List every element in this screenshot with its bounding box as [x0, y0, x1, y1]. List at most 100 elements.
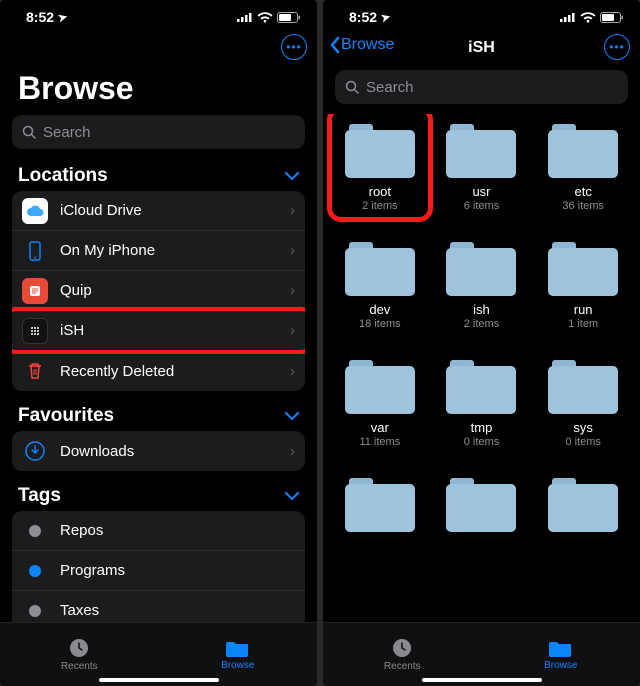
folder-sub: 11 items: [359, 436, 400, 448]
folder-name: root: [369, 184, 391, 199]
folder-name: ish: [473, 302, 490, 317]
page-title: Browse: [0, 66, 317, 115]
folder-var[interactable]: var 11 items: [333, 360, 427, 448]
section-locations[interactable]: Locations: [0, 159, 317, 191]
folder-icon: [345, 478, 415, 532]
location-icon: ➤: [380, 10, 392, 25]
folder-root[interactable]: root 2 items: [333, 124, 427, 212]
location-on-my-iphone[interactable]: On My iPhone ›: [12, 231, 305, 271]
section-label: Tags: [18, 485, 61, 507]
location-icloud-drive[interactable]: iCloud Drive ›: [12, 191, 305, 231]
status-time: 8:52: [349, 9, 377, 25]
folder-sub: 2 items: [464, 318, 499, 330]
folder-dev[interactable]: dev 18 items: [333, 242, 427, 330]
folder-etc[interactable]: etc 36 items: [536, 124, 630, 212]
chevron-right-icon: ›: [290, 363, 295, 380]
folder-icon: [446, 360, 516, 414]
status-bar: 8:52 ➤: [0, 0, 317, 30]
section-favourites[interactable]: Favourites: [0, 399, 317, 431]
tab-label: Recents: [384, 661, 421, 672]
signal-icon: [237, 12, 253, 22]
home-indicator[interactable]: [422, 678, 542, 682]
chevron-left-icon: [329, 36, 341, 54]
clock-icon: [391, 637, 413, 659]
folder-sub: 0 items: [565, 436, 600, 448]
locations-list: iCloud Drive › On My iPhone › Quip › iSH…: [12, 191, 305, 391]
phone-right: 8:52 ➤ Browse iSH ••• Search root 2 item…: [323, 0, 640, 686]
search-input[interactable]: Search: [335, 70, 628, 104]
battery-icon: [277, 12, 301, 23]
status-bar: 8:52 ➤: [323, 0, 640, 30]
search-input[interactable]: Search: [12, 115, 305, 149]
more-button[interactable]: •••: [604, 34, 630, 60]
ellipsis-icon: •••: [286, 40, 302, 54]
tag-programs[interactable]: Programs: [12, 551, 305, 591]
more-button[interactable]: •••: [281, 34, 307, 60]
tag-dot-icon: [29, 565, 41, 577]
location-recently-deleted[interactable]: Recently Deleted ›: [12, 351, 305, 391]
section-label: Favourites: [18, 405, 114, 427]
favourite-downloads[interactable]: Downloads ›: [12, 431, 305, 471]
folder-icon: [548, 360, 618, 414]
folder-icon: [446, 124, 516, 178]
folder-name: run: [574, 302, 593, 317]
location-quip[interactable]: Quip ›: [12, 271, 305, 311]
folder-sub: 6 items: [464, 200, 499, 212]
tab-recents[interactable]: Recents: [0, 623, 159, 686]
nav-title: iSH: [468, 39, 495, 57]
folder-name: sys: [573, 420, 593, 435]
folder-icon: [345, 242, 415, 296]
folder-grid: root 2 items usr 6 items etc 36 items de…: [323, 114, 640, 539]
home-indicator[interactable]: [99, 678, 219, 682]
section-label: Locations: [18, 165, 108, 187]
tab-recents[interactable]: Recents: [323, 623, 482, 686]
tag-taxes[interactable]: Taxes: [12, 591, 305, 622]
folder-sub: 0 items: [464, 436, 499, 448]
folder-sys[interactable]: sys 0 items: [536, 360, 630, 448]
phone-left: 8:52 ➤ ••• Browse Search Locations iClou…: [0, 0, 317, 686]
folder-icon: [446, 478, 516, 532]
folder-icon: [345, 124, 415, 178]
wifi-icon: [257, 12, 273, 23]
folder-name: var: [371, 420, 389, 435]
row-label: iCloud Drive: [60, 202, 290, 219]
ish-icon: [22, 318, 48, 344]
row-label: Taxes: [60, 602, 295, 619]
tab-label: Browse: [544, 660, 577, 671]
location-ish[interactable]: iSH ›: [12, 311, 305, 351]
chevron-right-icon: ›: [290, 322, 295, 339]
signal-icon: [560, 12, 576, 22]
back-label: Browse: [341, 36, 394, 54]
tag-dot-icon: [29, 525, 41, 537]
folder-partial[interactable]: [333, 478, 427, 539]
row-label: Repos: [60, 522, 295, 539]
folder-tmp[interactable]: tmp 0 items: [435, 360, 529, 448]
folder-partial[interactable]: [435, 478, 529, 539]
folder-run[interactable]: run 1 item: [536, 242, 630, 330]
clock-icon: [68, 637, 90, 659]
folder-icon: [548, 242, 618, 296]
folder-sub: 1 item: [568, 318, 598, 330]
status-time: 8:52: [26, 9, 54, 25]
folder-icon: [226, 638, 250, 658]
folder-name: usr: [472, 184, 490, 199]
folder-partial[interactable]: [536, 478, 630, 539]
tab-browse[interactable]: Browse: [159, 623, 318, 686]
tag-repos[interactable]: Repos: [12, 511, 305, 551]
battery-icon: [600, 12, 624, 23]
nav-bar: Browse iSH •••: [323, 30, 640, 66]
row-label: Downloads: [60, 443, 290, 460]
row-label: Programs: [60, 562, 295, 579]
back-button[interactable]: Browse: [329, 36, 394, 54]
ellipsis-icon: •••: [609, 40, 625, 54]
folder-ish[interactable]: ish 2 items: [435, 242, 529, 330]
section-tags[interactable]: Tags: [0, 479, 317, 511]
tab-browse[interactable]: Browse: [482, 623, 640, 686]
row-label: Recently Deleted: [60, 363, 290, 380]
row-label: iSH: [60, 322, 290, 339]
tag-dot-icon: [29, 605, 41, 617]
folder-usr[interactable]: usr 6 items: [435, 124, 529, 212]
tab-label: Recents: [61, 661, 98, 672]
tags-list: Repos Programs Taxes Important: [12, 511, 305, 622]
wifi-icon: [580, 12, 596, 23]
